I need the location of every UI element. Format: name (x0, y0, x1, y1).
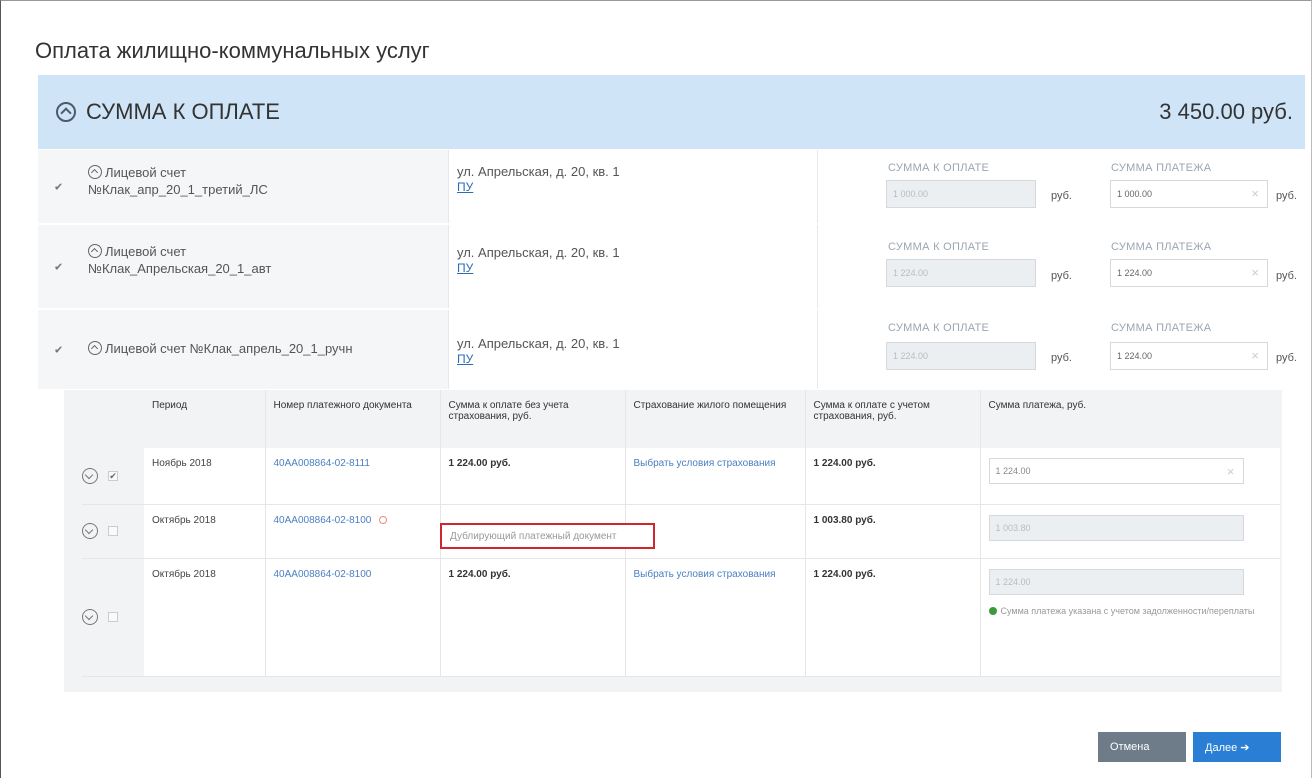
due-label: СУММА К ОПЛАТЕ (888, 322, 990, 334)
currency-label: руб. (1276, 270, 1297, 282)
payment-amount-input[interactable]: 1 000.00 × (1110, 180, 1268, 208)
payment-input: 1 224.00 (988, 568, 1244, 595)
cancel-button[interactable]: Отмена (1098, 732, 1186, 762)
check-circle-icon (988, 607, 997, 616)
payment-documents-table: Период Номер платежного документа Сумма … (82, 390, 1280, 677)
payment-label: СУММА ПЛАТЕЖА (1111, 162, 1212, 174)
account-row: ✔ Лицевой счет №Клак_апр_20_1_третий_ЛС … (38, 150, 1305, 224)
account-payment-cell: СУММА К ОПЛАТЕ 1 224.00 руб. СУММА ПЛАТЕ… (818, 310, 1305, 389)
currency-label: руб. (1051, 270, 1072, 282)
account-name: Лицевой счет №Клак_Апрельская_20_1_авт (88, 244, 272, 276)
due-amount-field: 1 000.00 (886, 180, 1036, 208)
table-row: Октябрь 2018 40АА008864-02-8100 1 003.80… (82, 504, 1280, 559)
payment-label: СУММА ПЛАТЕЖА (1111, 322, 1212, 334)
column-header-insurance: Страхование жилого помещения (625, 390, 806, 448)
doc-number-link[interactable]: 40АА008864-02-8111 (274, 458, 370, 469)
row-checkbox[interactable] (108, 612, 118, 622)
meter-link[interactable]: ПУ (457, 261, 473, 275)
column-header-period: Период (144, 390, 266, 448)
clear-icon[interactable]: × (1251, 265, 1259, 280)
table-row: ✔ Ноябрь 2018 40АА008864-02-8111 1 224.0… (82, 448, 1280, 505)
period-cell: Октябрь 2018 (144, 558, 266, 677)
account-row: ✔ Лицевой счет №Клак_Апрельская_20_1_авт… (38, 225, 1305, 309)
doc-number-link[interactable]: 40АА008864-02-8100 (274, 515, 372, 526)
next-button[interactable]: Далее ➔ (1193, 732, 1281, 762)
account-checkbox[interactable]: ✔ (54, 343, 63, 356)
row-controls (82, 558, 144, 677)
account-checkbox[interactable]: ✔ (54, 260, 63, 273)
currency-label: руб. (1276, 190, 1297, 202)
period-cell: Октябрь 2018 (144, 504, 266, 559)
expand-icon[interactable] (82, 609, 98, 625)
currency-label: руб. (1051, 190, 1072, 202)
period-cell: Ноябрь 2018 (144, 448, 266, 505)
payment-input[interactable]: 1 224.00 × (988, 458, 1244, 484)
page-title: Оплата жилищно-коммунальных услуг (35, 38, 430, 63)
column-header-sum-with-insurance: Сумма к оплате с учетом страхования, руб… (805, 390, 981, 448)
column-header-doc-number: Номер платежного документа (265, 390, 441, 448)
account-address: ул. Апрельская, д. 20, кв. 1 (457, 245, 620, 260)
account-address-cell: ул. Апрельская, д. 20, кв. 1 ПУ (448, 225, 818, 308)
warning-icon (379, 515, 388, 524)
due-label: СУММА К ОПЛАТЕ (888, 241, 990, 253)
account-address: ул. Апрельская, д. 20, кв. 1 (457, 164, 620, 179)
sum-with-insurance: 1 224.00 руб. (813, 458, 876, 469)
due-amount-field: 1 224.00 (886, 342, 1036, 370)
payment-label: СУММА ПЛАТЕЖА (1111, 241, 1212, 253)
payment-note: Сумма платежа указана с учетом задолженн… (988, 605, 1273, 618)
account-payment-cell: СУММА К ОПЛАТЕ 1 000.00 руб. СУММА ПЛАТЕ… (818, 150, 1305, 223)
sum-with-insurance: 1 003.80 руб. (813, 514, 876, 526)
currency-label: руб. (1051, 352, 1072, 364)
collapse-icon[interactable] (88, 244, 102, 258)
account-checkbox[interactable]: ✔ (54, 180, 63, 193)
due-label: СУММА К ОПЛАТЕ (888, 162, 990, 174)
sum-no-insurance: 1 224.00 руб. (448, 568, 511, 580)
account-address: ул. Апрельская, д. 20, кв. 1 (457, 336, 620, 351)
account-row: ✔ Лицевой счет №Клак_апрель_20_1_ручн ул… (38, 310, 1305, 390)
account-payment-cell: СУММА К ОПЛАТЕ 1 224.00 руб. СУММА ПЛАТЕ… (818, 225, 1305, 308)
clear-icon[interactable]: × (1227, 464, 1235, 479)
duplicate-document-error: Дублирующий платежный документ (440, 523, 655, 549)
row-controls: ✔ (82, 448, 144, 505)
summary-title: СУММА К ОПЛАТЕ (86, 99, 280, 124)
choose-insurance-link[interactable]: Выбрать условия страхования (634, 569, 776, 580)
row-controls (82, 504, 144, 559)
column-header-sum-no-insurance: Сумма к оплате без учета страхования, ру… (440, 390, 626, 448)
meter-link[interactable]: ПУ (457, 352, 473, 366)
payment-amount-input[interactable]: 1 224.00 × (1110, 342, 1268, 370)
clear-icon[interactable]: × (1251, 348, 1259, 363)
account-address-cell: ул. Апрельская, д. 20, кв. 1 ПУ (448, 150, 818, 223)
table-row: Октябрь 2018 40АА008864-02-8100 1 224.00… (82, 558, 1280, 677)
summary-total: 3 450.00 руб. (1159, 99, 1293, 124)
account-name: Лицевой счет №Клак_апрель_20_1_ручн (88, 340, 353, 357)
collapse-icon[interactable] (88, 341, 102, 355)
collapse-icon[interactable] (88, 165, 102, 179)
choose-insurance-link[interactable]: Выбрать условия страхования (634, 458, 776, 469)
control-column-header (82, 390, 144, 448)
expand-icon[interactable] (82, 467, 98, 484)
meter-link[interactable]: ПУ (457, 180, 473, 194)
column-header-payment: Сумма платежа, руб. (988, 400, 1087, 411)
sum-with-insurance: 1 224.00 руб. (813, 568, 876, 580)
clear-icon[interactable]: × (1251, 186, 1259, 201)
summary-header[interactable]: СУММА К ОПЛАТЕ 3 450.00 руб. (38, 75, 1305, 149)
sum-no-insurance: 1 224.00 руб. (448, 458, 511, 469)
payment-amount-input[interactable]: 1 224.00 × (1110, 259, 1268, 287)
due-amount-field: 1 224.00 (886, 259, 1036, 287)
doc-number-link[interactable]: 40АА008864-02-8100 (274, 569, 372, 580)
payment-input: 1 003.80 (988, 514, 1244, 541)
expand-icon[interactable] (82, 523, 98, 539)
account-name: Лицевой счет №Клак_апр_20_1_третий_ЛС (88, 165, 268, 197)
collapse-icon[interactable] (56, 102, 76, 122)
row-checkbox[interactable]: ✔ (108, 470, 118, 481)
row-checkbox[interactable] (108, 526, 118, 536)
currency-label: руб. (1276, 352, 1297, 364)
account-address-cell: ул. Апрельская, д. 20, кв. 1 ПУ (448, 310, 818, 389)
